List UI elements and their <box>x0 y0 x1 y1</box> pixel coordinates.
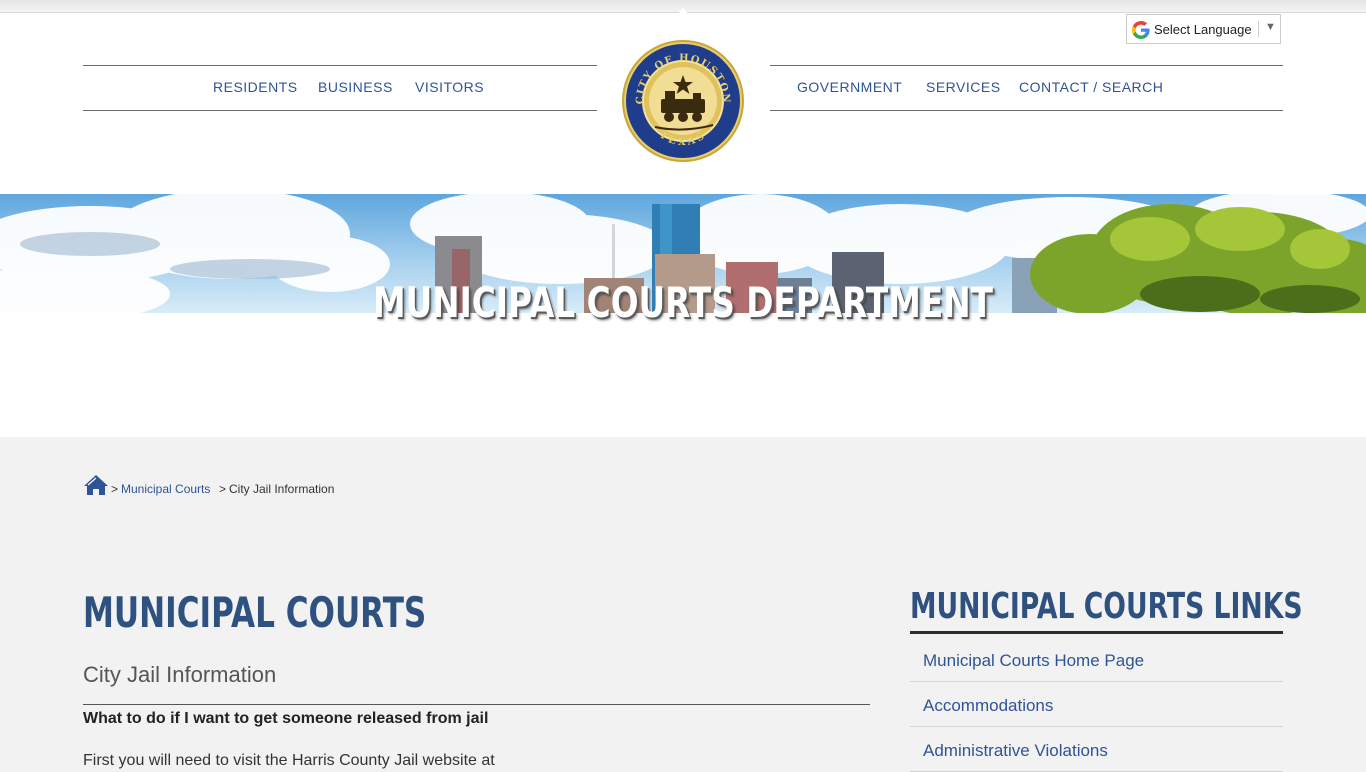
language-divider <box>1258 21 1259 37</box>
nav-contact-search[interactable]: CONTACT / SEARCH <box>1019 79 1163 95</box>
body-paragraph: First you will need to visit the Harris … <box>83 752 495 769</box>
sidebar-link-administrative-violations[interactable]: Administrative Violations <box>910 727 1283 772</box>
nav-services[interactable]: SERVICES <box>926 79 1001 95</box>
section-subheading: City Jail Information <box>83 662 277 687</box>
page-title: MUNICIPAL COURTS DEPARTMENT <box>372 278 994 327</box>
city-seal-logo[interactable]: CITY OF HOUSTON TEXAS <box>621 39 745 163</box>
nav-government[interactable]: GOVERNMENT <box>797 79 902 95</box>
language-label: Select Language <box>1154 22 1252 37</box>
breadcrumb-current: City Jail Information <box>229 482 335 496</box>
section-divider <box>83 704 870 705</box>
nav-right: GOVERNMENT SERVICES CONTACT / SEARCH <box>770 65 1283 111</box>
nav-residents[interactable]: RESIDENTS <box>213 79 298 95</box>
nav-visitors[interactable]: VISITORS <box>415 79 484 95</box>
sidebar-link-label: Municipal Courts Home Page <box>923 651 1145 670</box>
nav-business[interactable]: BUSINESS <box>318 79 393 95</box>
sidebar-link-accommodations[interactable]: Accommodations <box>910 682 1283 727</box>
question-heading: What to do if I want to get someone rele… <box>83 710 489 727</box>
nav-left: RESIDENTS BUSINESS VISITORS <box>83 65 597 111</box>
banner-white-band <box>0 313 1366 437</box>
main-heading: MUNICIPAL COURTS <box>83 588 427 637</box>
language-selector[interactable]: Select Language ▼ <box>1126 14 1281 44</box>
site-header: RESIDENTS BUSINESS VISITORS GOVERNMENT S… <box>0 13 1366 194</box>
chevron-down-icon: ▼ <box>1265 21 1276 33</box>
google-g-icon <box>1132 21 1150 39</box>
breadcrumb-link-municipal-courts[interactable]: Municipal Courts <box>121 482 210 496</box>
sidebar-link-home[interactable]: Municipal Courts Home Page <box>910 637 1283 682</box>
breadcrumb-separator: > <box>219 482 227 496</box>
breadcrumb-separator: > <box>111 482 119 496</box>
home-icon[interactable] <box>83 474 109 496</box>
sidebar-link-label: Administrative Violations <box>923 741 1108 760</box>
sidebar-heading: MUNICIPAL COURTS LINKS <box>910 586 1303 627</box>
sidebar-heading-rule <box>910 631 1283 634</box>
sidebar-link-label: Accommodations <box>923 696 1054 715</box>
